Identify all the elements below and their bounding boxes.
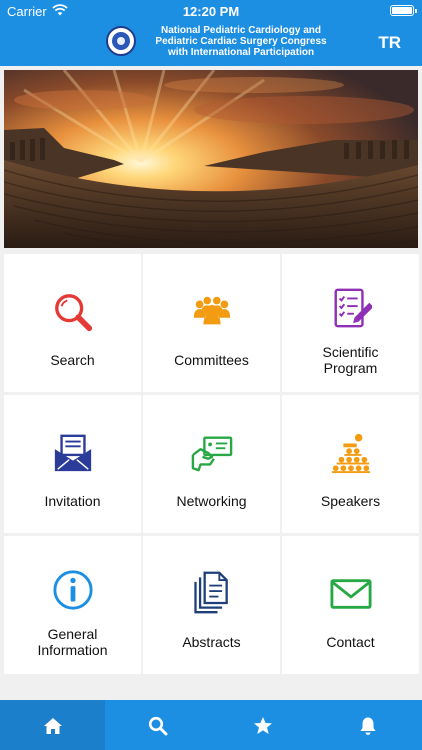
contact-tile[interactable]: Contact	[282, 536, 419, 674]
clock: 12:20 PM	[182, 4, 240, 19]
people-group-icon	[193, 296, 231, 325]
title-line: National Pediatric Cardiology and	[160, 25, 322, 36]
congress-logo	[106, 26, 136, 56]
envelope-letter-icon	[54, 434, 92, 472]
tile-label: Program	[323, 360, 378, 376]
networking-tile[interactable]: Networking	[143, 395, 280, 533]
tile-label: Abstracts	[182, 634, 241, 650]
tab-search[interactable]	[105, 700, 210, 750]
battery-icon	[390, 5, 417, 16]
invitation-tile[interactable]: Invitation	[4, 395, 141, 533]
tile-label: Committees	[174, 352, 249, 368]
home-icon	[44, 718, 62, 734]
tile-label: Speakers	[320, 493, 381, 509]
title-line: Pediatric Cardiac Surgery Congress	[155, 36, 327, 47]
checklist-icon	[334, 288, 372, 328]
search-tile[interactable]: Search	[4, 254, 141, 392]
star-icon	[254, 717, 272, 734]
search-icon	[148, 716, 168, 736]
bottom-tab-bar	[0, 700, 422, 750]
committees-tile[interactable]: Committees	[143, 254, 280, 392]
title-line: with International Participation	[167, 47, 315, 58]
info-icon	[53, 570, 93, 610]
status-bar: Carrier 12:20 PM	[0, 0, 422, 22]
bell-icon	[360, 717, 376, 735]
tile-label: General	[47, 626, 98, 642]
tile-label: Search	[50, 352, 95, 368]
mail-icon	[330, 579, 372, 609]
tile-label: Invitation	[44, 493, 101, 509]
general-information-tile[interactable]: General Information	[4, 536, 141, 674]
menu-grid: Search Committees Scientific Program Inv…	[4, 254, 420, 674]
app-header: Carrier 12:20 PM National Pediatric Card…	[0, 0, 422, 66]
abstracts-tile[interactable]: Abstracts	[143, 536, 280, 674]
tile-label: Networking	[176, 493, 247, 509]
tile-label: Information	[37, 642, 108, 658]
language-toggle-button[interactable]: TR	[378, 33, 401, 53]
tab-favorites[interactable]	[210, 700, 315, 750]
tile-label: Scientific	[322, 344, 379, 360]
tile-label: Contact	[326, 634, 375, 650]
hero-banner-image	[4, 70, 418, 248]
magnifier-icon	[55, 294, 93, 332]
speakers-tile[interactable]: Speakers	[282, 395, 419, 533]
page-title: National Pediatric Cardiology and Pediat…	[141, 25, 341, 58]
hand-card-icon	[191, 436, 233, 472]
tab-notifications[interactable]	[315, 700, 420, 750]
audience-icon	[331, 433, 371, 474]
scientific-program-tile[interactable]: Scientific Program	[282, 254, 419, 392]
tab-home[interactable]	[0, 700, 105, 750]
documents-icon	[194, 571, 228, 614]
